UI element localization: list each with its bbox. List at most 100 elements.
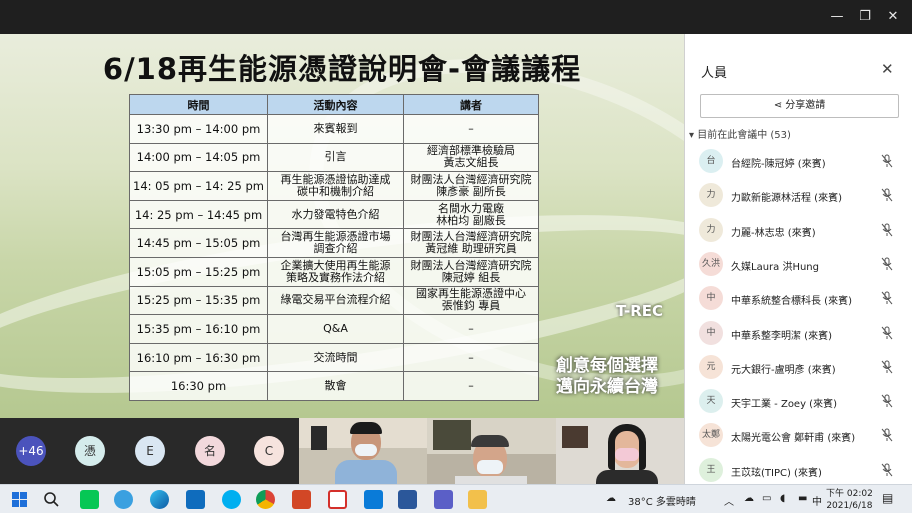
agenda-activity-cell: Q&A (267, 314, 404, 344)
video-tile[interactable] (299, 418, 427, 484)
participant-avatar: 太鄭 (699, 423, 723, 448)
powerpoint-icon[interactable] (292, 490, 311, 509)
participant-name: 中華系整李明潔 (來賓) (731, 330, 832, 342)
weather-text[interactable]: 38°C 多雲時晴 (628, 493, 696, 508)
show-hidden-icons-icon[interactable]: ︿ (724, 493, 734, 508)
panel-title: 人員 (701, 66, 728, 81)
participant-row[interactable]: 王王苡玹(TIPC) (來賓) (699, 457, 899, 484)
video-background (562, 426, 588, 448)
outlook-icon[interactable] (186, 490, 205, 509)
slide-title: 6/18再生能源憑證說明會-會議議程 (102, 52, 582, 86)
slogan-line: 創意每個選擇 (556, 356, 658, 376)
participant-name: 中華系統整合標科長 (來賓) (731, 296, 852, 308)
mic-muted-icon (881, 154, 893, 168)
share-invite-button[interactable]: ⋖ 分享邀請 (700, 94, 899, 118)
mic-muted-icon (881, 291, 893, 305)
line-app-icon[interactable] (80, 490, 99, 509)
weather-icon[interactable]: ☁ (606, 493, 616, 504)
mic-muted-icon (881, 394, 893, 408)
agenda-speaker-cell: 財團法人台灣經濟研究院 黃冠維 助理研究員 (403, 228, 539, 258)
agenda-speaker-cell: 經濟部標準檢驗局 黃志文組長 (403, 142, 539, 173)
people-panel: 人員 ✕ ⋖ 分享邀請 ▾ 目前在此會議中 (53) 台台經院-陳冠婷 (來賓)… (684, 34, 912, 484)
participant-name: 天宇工業 - Zoey (來賓) (731, 399, 837, 411)
participant-avatar: 力 (699, 217, 723, 242)
agenda-row: 16:30 pm 散會 – (129, 371, 539, 401)
close-window-button[interactable]: ✕ (884, 8, 902, 26)
video-tile[interactable] (556, 418, 684, 484)
battery-icon[interactable]: ▬ (798, 493, 807, 504)
agenda-time-cell: 14:45 pm – 15:05 pm (129, 228, 268, 258)
agenda-row: 14: 05 pm – 14: 25 pm 再生能源憑證協助達成 碳中和機制介紹財… (129, 171, 539, 201)
ime-indicator[interactable]: 中 (812, 493, 822, 508)
participant-row[interactable]: 中中華系統整合標科長 (來賓) (699, 286, 899, 312)
person-hair (471, 435, 509, 447)
chevron-down-icon: ▾ (689, 130, 698, 141)
participant-avatar: 天 (699, 389, 723, 414)
agenda-activity-cell: 來賓報到 (267, 114, 404, 144)
participant-avatar[interactable]: 憑 (75, 436, 105, 466)
word-icon[interactable] (398, 490, 417, 509)
video-tile[interactable] (427, 418, 556, 484)
participant-row[interactable]: 中中華系整李明潔 (來賓) (699, 320, 899, 347)
face-mask (615, 448, 639, 461)
participant-strip: +46 憑 E 名 C (0, 418, 684, 484)
skype-icon[interactable] (222, 490, 241, 509)
cloud-sync-icon[interactable]: ☁ (744, 493, 754, 504)
agenda-time-cell: 14: 05 pm – 14: 25 pm (129, 171, 268, 201)
participant-avatar[interactable]: E (135, 436, 165, 466)
participant-row[interactable]: 天天宇工業 - Zoey (來賓) (699, 389, 899, 415)
windows-start-icon[interactable] (10, 490, 29, 509)
participant-row[interactable]: 太鄭 太陽光電公會 鄭軒甫 (來賓) (699, 423, 899, 449)
participant-avatar: 中 (699, 320, 723, 345)
clock[interactable]: 下午 02:02 2021/6/18 (826, 488, 873, 512)
agenda-activity-cell: 台灣再生能源憑證市場 調查介紹 (267, 228, 404, 258)
network-icon[interactable]: ▭ (762, 493, 771, 504)
person-shirt (596, 470, 658, 484)
agenda-speaker-cell: – (403, 371, 539, 401)
app-u-icon[interactable] (364, 490, 383, 509)
participant-row[interactable]: 台台經院-陳冠婷 (來賓) (699, 149, 899, 175)
agenda-speaker-cell: 財團法人台灣經濟研究院 陳彥豪 副所長 (403, 171, 539, 201)
agenda-row: 14:45 pm – 15:05 pm 台灣再生能源憑證市場 調查介紹 財團法人台灣… (129, 228, 539, 258)
trec-logo: T-REC (616, 302, 664, 320)
participant-avatar: 台 (699, 149, 723, 173)
agenda-time-cell: 15:05 pm – 15:25 pm (129, 256, 268, 287)
agenda-activity-cell: 交流時間 (267, 342, 404, 373)
participant-row[interactable]: 力力歐新能源林活程 (來賓) (699, 183, 899, 209)
restore-button[interactable]: ❐ (856, 8, 874, 26)
in-meeting-section-header[interactable]: ▾ 目前在此會議中 (53) (689, 126, 791, 141)
chrome-icon[interactable] (256, 490, 275, 509)
close-icon[interactable]: ✕ (881, 60, 894, 78)
participant-row[interactable]: 力力麗-林志忠 (來賓) (699, 217, 899, 244)
volume-icon[interactable]: ◖ (780, 493, 785, 504)
participant-avatar: 中 (699, 286, 723, 311)
agenda-time-cell: 14:00 pm – 14:05 pm (129, 142, 268, 173)
participant-name: 元大銀行-盧明彥 (來賓) (731, 364, 836, 376)
search-icon[interactable] (42, 490, 61, 509)
edge-icon[interactable] (150, 490, 169, 509)
slogan-line: 邁向永續台灣 (556, 377, 658, 397)
title-bar: — ❐ ✕ (0, 0, 912, 34)
more-participants-badge[interactable]: +46 (16, 436, 46, 466)
participant-name: 太陽光電公會 鄭軒甫 (來賓) (731, 433, 856, 445)
clock-time: 下午 02:02 (826, 489, 873, 499)
mic-muted-icon (881, 257, 893, 271)
edge-legacy-icon[interactable] (114, 490, 133, 509)
participant-name: 力麗-林志忠 (來賓) (731, 227, 816, 239)
participant-avatar[interactable]: C (254, 436, 284, 466)
notification-icon[interactable]: ▤ (882, 491, 893, 505)
participant-avatar[interactable]: 名 (195, 436, 225, 466)
mic-muted-icon (881, 428, 893, 442)
teams-icon[interactable] (434, 490, 453, 509)
participant-row[interactable]: 久洪 久媒Laura 洪Hung (699, 251, 899, 278)
acrobat-icon[interactable] (328, 490, 347, 509)
participant-row[interactable]: 元元大銀行-盧明彥 (來賓) (699, 354, 899, 381)
agenda-speaker-cell: – (403, 342, 539, 373)
file-explorer-icon[interactable] (468, 490, 487, 509)
share-icon: ⋖ (773, 100, 786, 111)
participant-avatar: 元 (699, 354, 723, 379)
minimize-button[interactable]: — (828, 8, 846, 26)
agenda-speaker-cell: 名間水力電廠 林柏均 副廠長 (403, 199, 539, 230)
participant-name: 王苡玹(TIPC) (來賓) (731, 467, 822, 479)
agenda-activity-cell: 水力發電特色介紹 (267, 199, 404, 230)
